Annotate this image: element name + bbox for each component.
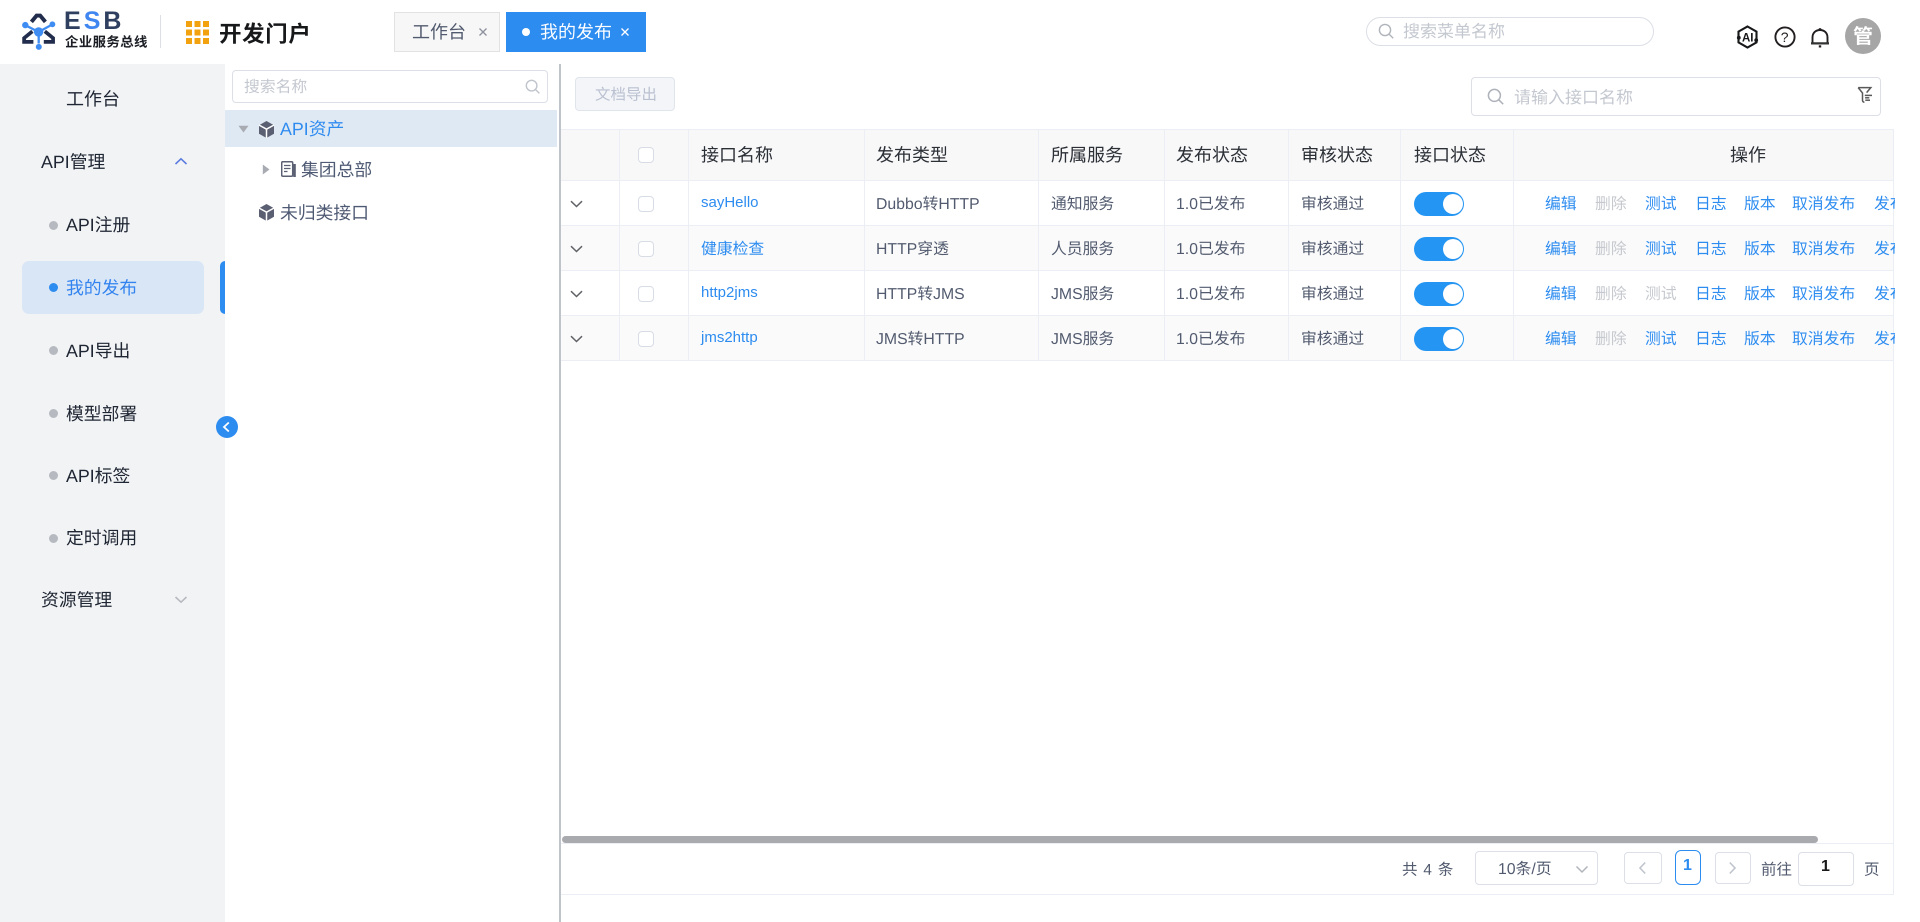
svg-text:AI: AI <box>1742 33 1754 45</box>
svg-text:?: ? <box>1781 29 1789 45</box>
